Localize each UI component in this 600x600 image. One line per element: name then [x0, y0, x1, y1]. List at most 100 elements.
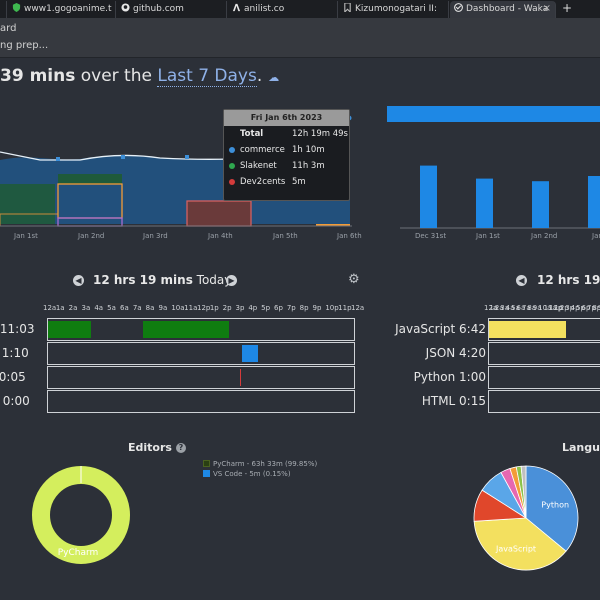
x-tick-label: Jan 1st	[14, 232, 38, 240]
week-bar[interactable]	[476, 178, 493, 228]
legend-item: PyCharm - 63h 33m (99.85%)	[203, 460, 317, 468]
tooltip-row-value: 11h 3m	[292, 161, 325, 171]
tooltip-total-row: Total 12h 19m 49s	[224, 126, 349, 142]
timeline-bar[interactable]	[142, 321, 229, 338]
hour-label: 4a	[94, 304, 104, 312]
browser-toolbar: ard ng prep...	[0, 18, 600, 58]
tab-dashboard[interactable]: Dashboard - Waka ×	[450, 1, 556, 18]
hour-label: 7p	[286, 304, 296, 312]
tab-label: github.com	[133, 4, 184, 14]
close-icon[interactable]: ×	[543, 1, 551, 17]
page-title: 39 mins over the Last 7 Days. ☁	[0, 66, 279, 87]
timeline-label: et 11:03	[0, 322, 35, 336]
tooltip-row-name: Slakenet	[240, 161, 277, 171]
hour-label: 3p	[235, 304, 245, 312]
week-bar[interactable]	[420, 165, 437, 228]
cloud-download-icon[interactable]: ☁	[268, 71, 279, 84]
hour-label: 8p	[299, 304, 309, 312]
tab-anilist[interactable]: anilist.co	[228, 1, 338, 18]
x-tick-label: Jan 2nd	[531, 232, 558, 240]
range-selector[interactable]: Last 7 Days	[157, 66, 257, 87]
hour-label: 10a	[171, 304, 185, 312]
languages-week-chart	[387, 106, 600, 229]
timeline-row	[47, 390, 355, 413]
legend-item: VS Code - 5m (0.15%)	[203, 470, 291, 478]
day-total-time: 12 hrs 19 mins	[93, 273, 193, 287]
headline-amount: 39 mins	[0, 66, 76, 86]
x-tick-label: Jan 6th	[337, 232, 362, 240]
series-dot-icon	[229, 147, 235, 153]
series-dot-icon	[229, 179, 235, 185]
tooltip-row-name: Dev2cents	[240, 177, 286, 187]
bookmark-icon	[343, 2, 352, 14]
hour-label: 2p	[222, 304, 232, 312]
headline-end: .	[256, 66, 263, 86]
hour-label: 6a	[120, 304, 129, 312]
toolbar-text: ard	[0, 23, 17, 34]
hour-label: 8a	[145, 304, 155, 312]
timeline-row	[488, 366, 600, 389]
next-day-button[interactable]: ▶	[226, 275, 237, 286]
x-tick-label: Jan 2nd	[78, 232, 105, 240]
tab-label: Kizumonogatari II:	[355, 4, 437, 14]
chart-block	[186, 200, 252, 227]
tab-0[interactable]	[0, 1, 7, 18]
x-tick-label: Dec 31st	[415, 232, 447, 240]
timeline-bar[interactable]	[48, 321, 91, 338]
tooltip-row-value: 5m	[292, 177, 306, 187]
legend-swatch	[203, 460, 210, 467]
timeline-label: on 0:00	[0, 394, 30, 408]
timeline-bar[interactable]	[489, 321, 566, 338]
week-bar[interactable]	[588, 176, 600, 228]
week-bar[interactable]	[532, 181, 549, 228]
hour-label: 11p	[338, 304, 352, 312]
pie-slice-label: Python	[541, 500, 569, 509]
series-dot-icon	[229, 163, 235, 169]
timeline-row	[488, 390, 600, 413]
shield-icon	[12, 2, 21, 12]
hour-label: 3a	[81, 304, 91, 312]
gear-icon[interactable]: ⚙	[348, 272, 360, 287]
tab-gogoanime[interactable]: www1.gogoanime.t	[8, 1, 116, 18]
hour-label: 1p	[209, 304, 219, 312]
headline-middle: over the	[75, 66, 158, 86]
github-icon	[121, 2, 130, 12]
tooltip-total-label: Total	[240, 129, 264, 139]
anilist-icon	[232, 2, 241, 12]
hour-label: 9a	[158, 304, 168, 312]
timeline-label: ts 0:05	[0, 370, 26, 384]
timeline-label: JSON 4:20	[425, 346, 486, 360]
chart-block	[0, 184, 55, 224]
hour-label: 5a	[107, 304, 116, 312]
tooltip-row: Dev2cents 5m	[224, 174, 349, 190]
legend-label: PyCharm - 63h 33m (99.85%)	[213, 460, 318, 468]
new-tab-button[interactable]: +	[562, 1, 572, 15]
tab-kizumonogatari[interactable]: Kizumonogatari II:	[339, 1, 449, 18]
x-tick-label: Jan 5th	[273, 232, 298, 240]
tab-github[interactable]: github.com	[117, 1, 227, 18]
chart-block	[58, 174, 122, 184]
day-total: 12 hrs 19 mins Today	[93, 273, 231, 287]
timeline-bar[interactable]	[239, 369, 242, 386]
tooltip-total-value: 12h 19m 49s	[292, 129, 348, 139]
tab-label: www1.gogoanime.t	[24, 4, 112, 14]
hour-label: 9p	[312, 304, 322, 312]
legend-bar	[387, 106, 600, 122]
x-tick-label: Jan 3rd	[143, 232, 168, 240]
help-icon[interactable]: ?	[175, 443, 186, 453]
tab-label: Dashboard - Waka	[466, 4, 549, 14]
tooltip-row: Slakenet 11h 3m	[224, 158, 349, 174]
bookmark-item[interactable]: ng prep...	[0, 40, 48, 51]
hour-label: 2a	[68, 304, 78, 312]
tooltip-row-name: commerce	[240, 145, 285, 155]
hour-label: 12a	[43, 304, 57, 312]
x-tick-label: Jan 1st	[476, 232, 500, 240]
previous-day-button-languages[interactable]: ◀	[516, 275, 527, 286]
timeline-label: HTML 0:15	[421, 394, 486, 408]
wakatime-icon	[454, 2, 463, 12]
timeline-bar[interactable]	[242, 345, 258, 362]
hour-label: 11a	[184, 304, 198, 312]
timeline-label: JavaScript 6:42	[395, 322, 486, 336]
hour-label: 4p	[248, 304, 258, 312]
previous-day-button[interactable]: ◀	[73, 275, 84, 286]
